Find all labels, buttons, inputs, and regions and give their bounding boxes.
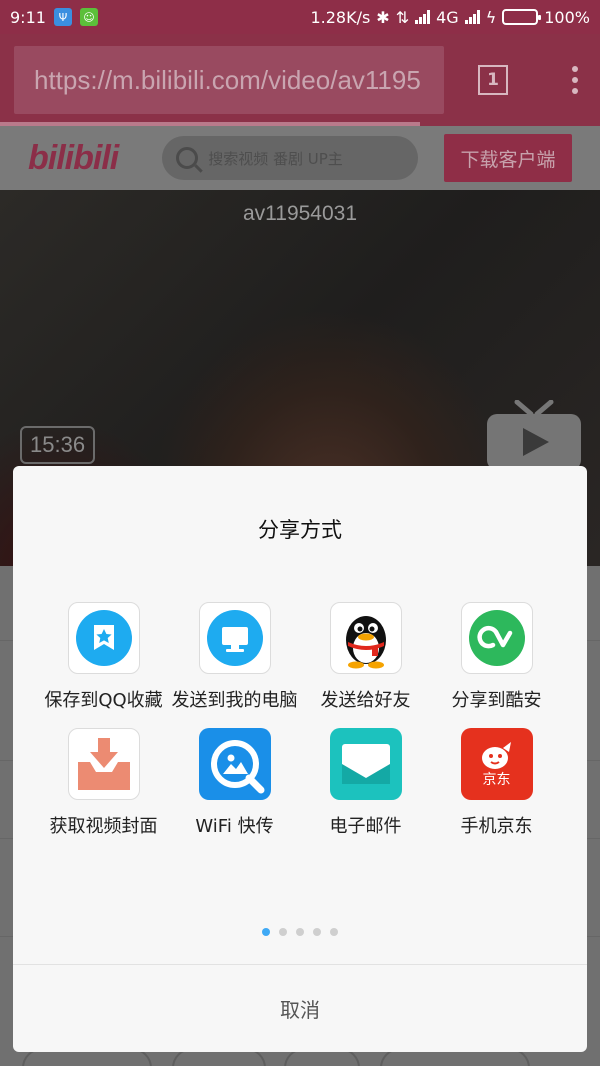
share-option-my-computer[interactable]: 发送到我的电脑 <box>169 602 300 714</box>
wifi-transfer-icon <box>198 728 271 800</box>
status-bar: 9:11 Ψ ☺ 1.28K/s ✱ ⇅ 4G ϟ 100% <box>0 0 600 34</box>
video-duration: 15:36 <box>20 426 96 464</box>
jd-icon-text: 京东 <box>482 772 511 788</box>
share-option-label: 获取视频封面 <box>49 816 158 837</box>
bilibili-logo[interactable]: bilibili <box>28 139 119 178</box>
share-dialog: 分享方式 保存到QQ收藏 发送到我的电脑 发送给好友 分享到酷安 获取视频封面 … <box>13 466 587 1052</box>
share-option-qq-favorites[interactable]: 保存到QQ收藏 <box>38 602 169 714</box>
email-icon <box>329 728 402 800</box>
browser-toolbar: https://m.bilibili.com/video/av1195 1 <box>0 34 600 126</box>
coolapk-icon <box>460 602 533 674</box>
qq-favorites-icon <box>67 602 140 674</box>
search-placeholder: 搜索视频 番剧 UP主 <box>208 149 343 168</box>
jd-icon: 京东 <box>460 728 533 800</box>
url-field[interactable]: https://m.bilibili.com/video/av1195 <box>14 46 444 114</box>
cancel-button[interactable]: 取消 <box>13 965 587 1052</box>
share-option-coolapk[interactable]: 分享到酷安 <box>431 602 562 714</box>
android-icon: ☺ <box>79 8 98 26</box>
share-option-label: 电子邮件 <box>329 816 402 837</box>
share-option-wifi-transfer[interactable]: WiFi 快传 <box>169 728 300 840</box>
share-option-label: 发送到我的电脑 <box>171 690 298 711</box>
share-dialog-title: 分享方式 <box>258 518 342 542</box>
share-option-label: 分享到酷安 <box>451 690 542 711</box>
signal-icon <box>415 10 431 24</box>
usb-icon: Ψ <box>53 8 72 26</box>
data-transfer-icon: ⇅ <box>395 7 410 27</box>
network-speed: 1.28K/s <box>310 7 371 27</box>
qq-penguin-icon <box>329 602 402 674</box>
signal-icon-2 <box>464 10 480 24</box>
page-dot[interactable] <box>330 928 338 936</box>
page-dot[interactable] <box>279 928 287 936</box>
battery-icon <box>502 9 542 25</box>
page-dot[interactable] <box>296 928 304 936</box>
download-app-button[interactable]: 下载客户端 <box>444 134 572 182</box>
page-dot[interactable] <box>313 928 321 936</box>
bluetooth-icon: ✱ <box>376 7 390 27</box>
status-time: 9:11 <box>10 7 46 27</box>
site-header: bilibili 搜索视频 番剧 UP主 下载客户端 <box>0 126 600 190</box>
network-type: 4G <box>436 7 459 27</box>
share-option-video-cover[interactable]: 获取视频封面 <box>38 728 169 840</box>
share-option-email[interactable]: 电子邮件 <box>300 728 431 840</box>
share-options-grid: 保存到QQ收藏 发送到我的电脑 发送给好友 分享到酷安 获取视频封面 WiFi … <box>38 602 562 840</box>
download-cover-icon <box>67 728 140 800</box>
page-dot[interactable] <box>262 928 270 936</box>
share-option-label: 手机京东 <box>460 816 533 837</box>
site-search-box[interactable]: 搜索视频 番剧 UP主 <box>162 136 419 180</box>
more-menu-icon[interactable] <box>572 66 578 94</box>
my-computer-icon <box>198 602 271 674</box>
share-option-label: 发送给好友 <box>320 690 411 711</box>
search-icon <box>176 147 199 169</box>
share-option-qq-friend[interactable]: 发送给好友 <box>300 602 431 714</box>
share-option-label: WiFi 快传 <box>195 816 274 837</box>
share-option-label: 保存到QQ收藏 <box>44 690 163 711</box>
share-option-jd[interactable]: 京东 手机京东 <box>431 728 562 840</box>
tab-switcher-button[interactable]: 1 <box>478 65 508 95</box>
charging-icon: ϟ <box>485 7 497 27</box>
page-indicator <box>13 928 587 936</box>
video-id: av11954031 <box>242 202 358 225</box>
tv-play-icon[interactable] <box>487 400 581 470</box>
battery-percent: 100% <box>544 7 590 27</box>
